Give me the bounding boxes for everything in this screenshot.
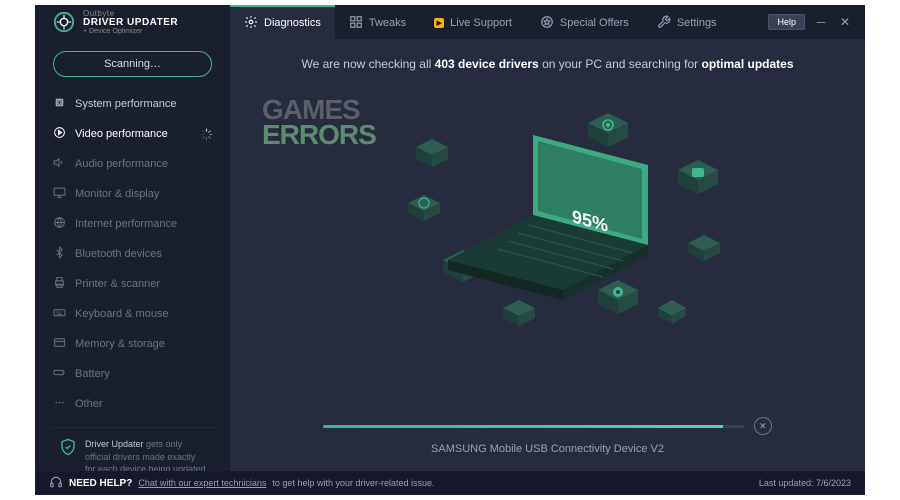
tab-label: Diagnostics <box>264 17 321 29</box>
sidebar-item-label: Video performance <box>75 128 168 140</box>
tab-label: Live Support <box>450 17 512 29</box>
monitor-icon <box>53 186 66 202</box>
footer-help-label: NEED HELP? <box>69 478 132 489</box>
sidebar-item-label: Memory & storage <box>75 338 165 350</box>
globe-icon <box>53 216 66 232</box>
bluetooth-icon <box>53 246 66 262</box>
play-badge-icon: ▶ <box>434 18 444 28</box>
tab-settings[interactable]: Settings <box>643 5 731 39</box>
app-logo: Outbyte DRIVER UPDATER + Device Optimize… <box>35 5 230 39</box>
storage-icon <box>53 336 66 352</box>
tab-bar: Diagnostics Tweaks ▶ Live Support Specia… <box>230 5 768 39</box>
minimize-button[interactable]: ─ <box>813 15 829 29</box>
footer-chat-link[interactable]: Chat with our expert technicians <box>138 478 266 488</box>
sidebar-item-label: Monitor & display <box>75 188 159 200</box>
title-bar: Outbyte DRIVER UPDATER + Device Optimize… <box>35 5 865 39</box>
help-button[interactable]: Help <box>768 14 805 30</box>
sidebar-item-label: Battery <box>75 368 110 380</box>
printer-icon <box>53 276 66 292</box>
current-device-label: SAMSUNG Mobile USB Connectivity Device V… <box>431 443 664 455</box>
sidebar-item-label: Internet performance <box>75 218 177 230</box>
scan-button[interactable]: Scanning… <box>53 51 212 77</box>
info-title: Driver Updater <box>85 439 144 449</box>
sidebar-item-audio[interactable]: Audio performance <box>35 149 230 179</box>
gear-icon <box>244 15 258 32</box>
sidebar-item-memory[interactable]: Memory & storage <box>35 329 230 359</box>
sidebar-item-other[interactable]: Other <box>35 389 230 419</box>
tab-live-support[interactable]: ▶ Live Support <box>420 5 526 39</box>
cpu-icon <box>53 96 66 112</box>
star-icon <box>540 15 554 32</box>
sidebar-item-printer[interactable]: Printer & scanner <box>35 269 230 299</box>
sidebar-item-battery[interactable]: Battery <box>35 359 230 389</box>
sidebar-item-keyboard[interactable]: Keyboard & mouse <box>35 299 230 329</box>
tools-icon <box>657 15 671 32</box>
sidebar-item-label: Audio performance <box>75 158 168 170</box>
sidebar-item-label: Bluetooth devices <box>75 248 162 260</box>
footer-bar: NEED HELP? Chat with our expert technici… <box>35 471 865 495</box>
tab-special-offers[interactable]: Special Offers <box>526 5 643 39</box>
audio-icon <box>53 156 66 172</box>
sidebar-item-bluetooth[interactable]: Bluetooth devices <box>35 239 230 269</box>
progress-fill <box>323 425 722 428</box>
logo-subtitle: + Device Optimizer <box>83 28 178 35</box>
sidebar-item-label: System performance <box>75 98 176 110</box>
main-panel: We are now checking all 403 device drive… <box>230 39 865 471</box>
status-text: We are now checking all 403 device drive… <box>301 57 793 71</box>
tab-label: Special Offers <box>560 17 629 29</box>
headset-icon <box>49 475 63 491</box>
sidebar-item-internet[interactable]: Internet performance <box>35 209 230 239</box>
dots-icon <box>53 396 66 412</box>
spinner-icon <box>200 128 212 140</box>
progress-bar <box>323 425 744 428</box>
tab-label: Settings <box>677 17 717 29</box>
sidebar-item-video[interactable]: Video performance <box>35 119 230 149</box>
close-button[interactable]: ✕ <box>837 15 853 29</box>
logo-title: DRIVER UPDATER <box>83 18 178 28</box>
sidebar-item-label: Keyboard & mouse <box>75 308 169 320</box>
app-logo-icon <box>53 11 75 33</box>
grid-icon <box>349 15 363 32</box>
sidebar: Scanning… System performance Video perfo… <box>35 39 230 471</box>
play-icon <box>53 126 66 142</box>
stop-scan-button[interactable]: ✕ <box>754 417 772 435</box>
sidebar-item-monitor[interactable]: Monitor & display <box>35 179 230 209</box>
footer-updated: Last updated: 7/6/2023 <box>759 478 851 488</box>
sidebar-item-label: Printer & scanner <box>75 278 160 290</box>
battery-icon <box>53 366 66 382</box>
sidebar-item-system[interactable]: System performance <box>35 89 230 119</box>
tab-tweaks[interactable]: Tweaks <box>335 5 420 39</box>
laptop-illustration: 95% <box>358 105 738 355</box>
sidebar-item-label: Other <box>75 398 103 410</box>
tab-label: Tweaks <box>369 17 406 29</box>
tab-diagnostics[interactable]: Diagnostics <box>230 5 335 39</box>
keyboard-icon <box>53 306 66 322</box>
footer-text: to get help with your driver-related iss… <box>272 478 434 488</box>
